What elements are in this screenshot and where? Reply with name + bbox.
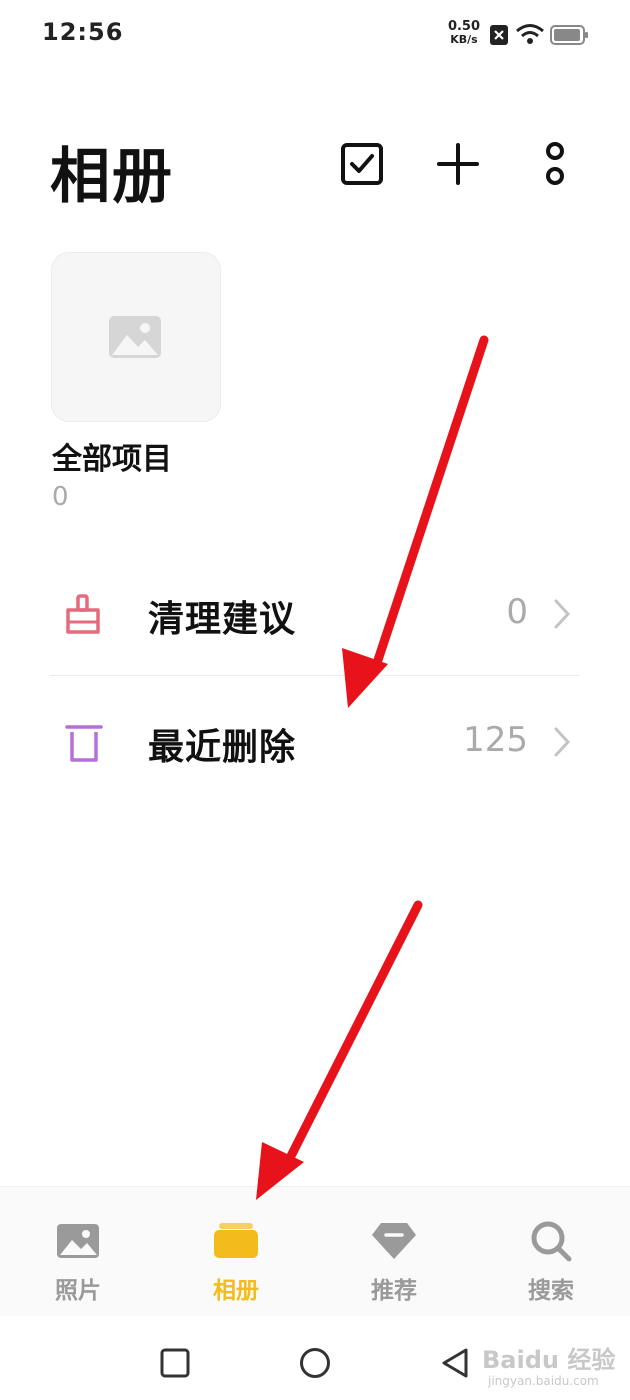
nav-label: 推荐: [371, 1278, 417, 1304]
wifi-icon: [516, 24, 544, 44]
home-circle-icon[interactable]: [299, 1347, 331, 1379]
chevron-right-icon: [554, 727, 571, 757]
add-icon[interactable]: [436, 142, 480, 186]
search-icon: [531, 1221, 572, 1262]
photo-icon: [57, 1224, 99, 1258]
nav-label: 照片: [55, 1278, 101, 1304]
chevron-right-icon: [554, 599, 571, 629]
watermark-text: Baidu 经验: [482, 1346, 616, 1374]
page-title: 相册: [50, 142, 174, 212]
bottom-nav: 照片 相册 推荐 搜索: [0, 1186, 630, 1317]
back-triangle-icon[interactable]: [440, 1347, 470, 1379]
more-vertical-icon[interactable]: [538, 140, 572, 190]
nav-tab-search[interactable]: 搜索: [501, 1217, 601, 1305]
list-item-label: 最近删除: [148, 727, 297, 768]
list-item-cleanup-suggestions[interactable]: 清理建议 0: [50, 554, 580, 674]
list-item-count: 125: [463, 720, 528, 760]
watermark: Baidu 经验 jingyan.baidu.com: [478, 1334, 628, 1396]
select-checkbox-icon[interactable]: [340, 142, 384, 186]
arrow-to-albums-tab: [256, 900, 423, 1200]
nav-label: 搜索: [528, 1278, 574, 1304]
album-thumbnail-all-items[interactable]: [51, 252, 221, 422]
watermark-sub: jingyan.baidu.com: [488, 1374, 599, 1388]
battery-icon: [550, 25, 588, 45]
nav-tab-recommend[interactable]: 推荐: [344, 1217, 444, 1305]
list-item-count: 0: [506, 592, 528, 632]
list-divider: [50, 675, 580, 676]
list-item-label: 清理建议: [148, 599, 297, 640]
nav-label: 相册: [213, 1278, 259, 1304]
network-speed-unit: KB/s: [450, 33, 478, 46]
sim-x-icon: [490, 25, 508, 45]
trash-icon: [65, 725, 103, 762]
image-placeholder-icon: [109, 316, 161, 358]
broom-icon: [66, 594, 100, 634]
gem-icon: [372, 1223, 416, 1259]
album-name[interactable]: 全部项目: [52, 434, 172, 478]
album-icon: [214, 1223, 258, 1258]
network-speed-value: 0.50: [447, 19, 481, 34]
network-speed: 0.50 KB/s: [444, 20, 484, 46]
nav-tab-albums[interactable]: 相册: [186, 1217, 286, 1305]
list-item-recently-deleted[interactable]: 最近删除 125: [50, 682, 580, 802]
status-time: 12:56: [42, 18, 124, 46]
album-count: 0: [52, 482, 69, 512]
recents-square-icon[interactable]: [160, 1348, 190, 1378]
nav-tab-photos[interactable]: 照片: [28, 1217, 128, 1305]
